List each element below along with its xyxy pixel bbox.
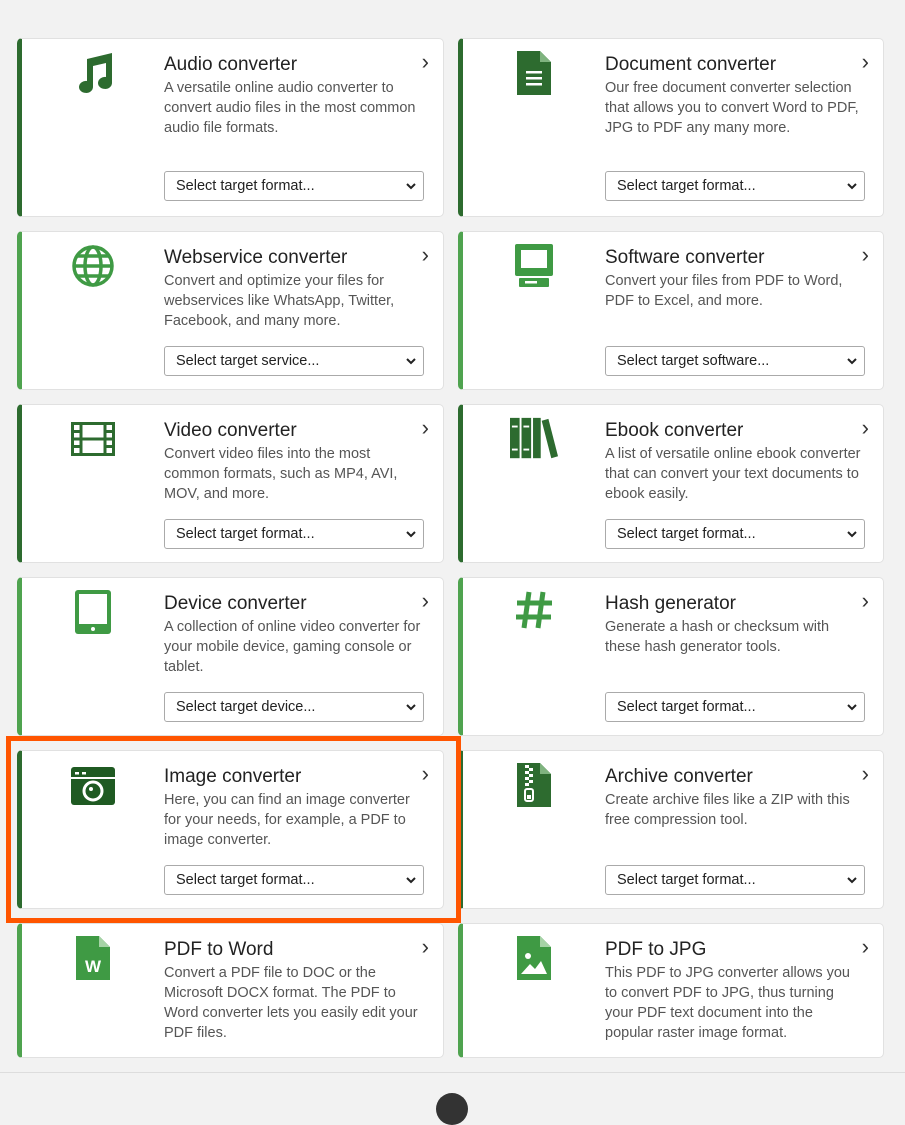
chevron-down-icon: [406, 531, 416, 538]
computer-icon: [510, 244, 558, 292]
select-value: Select target format...: [176, 526, 315, 542]
card-title: PDF to Word: [164, 939, 274, 960]
chevron-down-icon: [406, 358, 416, 365]
chevron-right-icon[interactable]: ›: [422, 417, 429, 439]
archive-converter-card[interactable]: Archive converter Create archive files l…: [458, 750, 884, 909]
software-converter-card[interactable]: Software converter Convert your files fr…: [458, 231, 884, 390]
ebook-converter-card[interactable]: Ebook converter A list of versatile onli…: [458, 404, 884, 563]
target-format-select[interactable]: Select target format...: [164, 171, 424, 201]
select-value: Select target format...: [617, 178, 756, 194]
film-icon: [69, 417, 117, 465]
hash-icon: [510, 590, 558, 638]
card-description: A collection of online video converter f…: [164, 619, 421, 675]
card-description: Our free document converter selection th…: [605, 80, 859, 136]
card-title: Document converter: [605, 54, 777, 75]
chevron-right-icon[interactable]: ›: [422, 51, 429, 73]
select-value: Select target format...: [617, 872, 756, 888]
target-format-select[interactable]: Select target format...: [605, 692, 865, 722]
globe-icon: [69, 244, 117, 292]
target-format-select[interactable]: Select target format...: [605, 519, 865, 549]
music-note-icon: [69, 51, 117, 99]
card-title: Hash generator: [605, 593, 736, 614]
chevron-down-icon: [847, 358, 857, 365]
chevron-right-icon[interactable]: ›: [862, 936, 869, 958]
chevron-down-icon: [847, 531, 857, 538]
chevron-down-icon: [406, 704, 416, 711]
card-title: PDF to JPG: [605, 939, 707, 960]
footer-circle-icon[interactable]: [436, 1093, 468, 1125]
chevron-right-icon[interactable]: ›: [862, 244, 869, 266]
card-description: A list of versatile online ebook convert…: [605, 446, 861, 502]
tablet-icon: [69, 590, 117, 638]
select-value: Select target format...: [617, 699, 756, 715]
zip-file-icon: [510, 763, 558, 811]
card-description: Convert a PDF file to DOC or the Microso…: [164, 965, 418, 1041]
card-description: Convert and optimize your files for webs…: [164, 273, 395, 329]
highlight-box: [6, 736, 461, 923]
card-title: Software converter: [605, 247, 765, 268]
chevron-right-icon[interactable]: ›: [422, 244, 429, 266]
card-description: Convert video files into the most common…: [164, 446, 398, 502]
chevron-down-icon: [847, 704, 857, 711]
audio-converter-card[interactable]: Audio converter A versatile online audio…: [17, 38, 444, 217]
card-title: Ebook converter: [605, 420, 744, 441]
document-converter-card[interactable]: Document converter Our free document con…: [458, 38, 884, 217]
chevron-right-icon[interactable]: ›: [422, 936, 429, 958]
card-description: This PDF to JPG converter allows you to …: [605, 965, 850, 1041]
card-title: Device converter: [164, 593, 307, 614]
word-file-icon: W: [69, 936, 117, 984]
target-service-select[interactable]: Select target service...: [164, 346, 424, 376]
footer-divider: [0, 1072, 905, 1073]
hash-generator-card[interactable]: Hash generator Generate a hash or checks…: [458, 577, 884, 736]
pdf-to-word-card[interactable]: W PDF to Word Convert a PDF file to DOC …: [17, 923, 444, 1058]
pdf-to-jpg-card[interactable]: PDF to JPG This PDF to JPG converter all…: [458, 923, 884, 1058]
image-file-icon: [510, 936, 558, 984]
card-description: Convert your files from PDF to Word, PDF…: [605, 273, 843, 309]
card-title: Archive converter: [605, 766, 753, 787]
target-software-select[interactable]: Select target software...: [605, 346, 865, 376]
card-title: Webservice converter: [164, 247, 348, 268]
svg-text:W: W: [85, 957, 102, 976]
select-value: Select target software...: [617, 353, 770, 369]
chevron-down-icon: [406, 183, 416, 190]
chevron-right-icon[interactable]: ›: [862, 763, 869, 785]
card-description: A versatile online audio converter to co…: [164, 80, 416, 136]
select-value: Select target service...: [176, 353, 320, 369]
books-icon: [510, 417, 558, 465]
select-value: Select target format...: [617, 526, 756, 542]
target-format-select[interactable]: Select target format...: [605, 865, 865, 895]
card-description: Generate a hash or checksum with these h…: [605, 619, 830, 655]
card-description: Create archive files like a ZIP with thi…: [605, 792, 850, 828]
chevron-down-icon: [847, 877, 857, 884]
select-value: Select target device...: [176, 699, 316, 715]
select-value: Select target format...: [176, 178, 315, 194]
chevron-down-icon: [847, 183, 857, 190]
card-title: Video converter: [164, 420, 297, 441]
document-icon: [510, 51, 558, 99]
chevron-right-icon[interactable]: ›: [862, 51, 869, 73]
device-converter-card[interactable]: Device converter A collection of online …: [17, 577, 444, 736]
chevron-right-icon[interactable]: ›: [862, 590, 869, 612]
target-device-select[interactable]: Select target device...: [164, 692, 424, 722]
target-format-select[interactable]: Select target format...: [164, 519, 424, 549]
target-format-select[interactable]: Select target format...: [605, 171, 865, 201]
chevron-right-icon[interactable]: ›: [422, 590, 429, 612]
chevron-right-icon[interactable]: ›: [862, 417, 869, 439]
webservice-converter-card[interactable]: Webservice converter Convert and optimiz…: [17, 231, 444, 390]
card-title: Audio converter: [164, 54, 298, 75]
video-converter-card[interactable]: Video converter Convert video files into…: [17, 404, 444, 563]
